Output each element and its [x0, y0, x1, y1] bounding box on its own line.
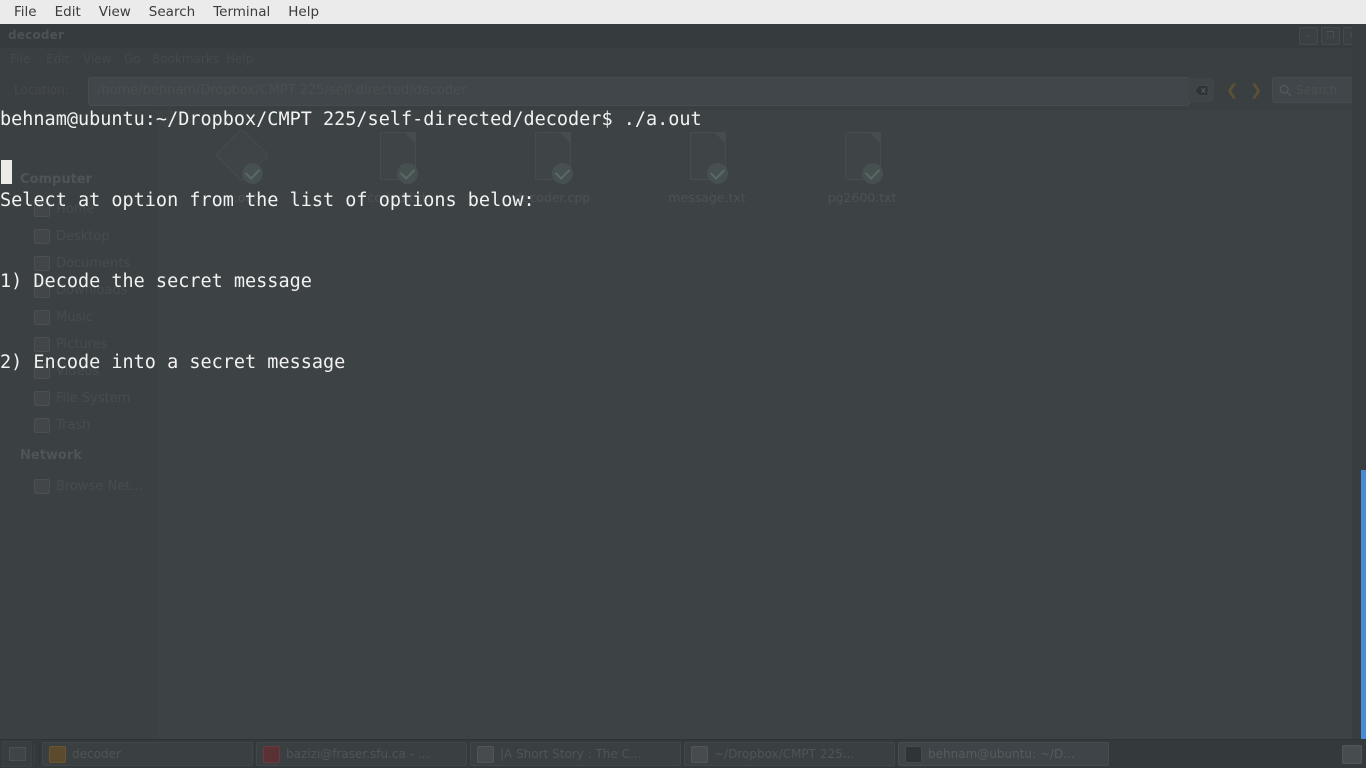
menu-terminal[interactable]: Terminal — [204, 0, 279, 24]
editor-icon — [691, 745, 708, 763]
taskbar-item-browser[interactable]: |A Short Story : The C... — [470, 742, 681, 766]
terminal-line: 2) Encode into a secret message — [0, 352, 346, 373]
scrollbar-thumb[interactable] — [1361, 470, 1366, 758]
taskbar: decoder bazizi@fraser.sfu.ca - ... |A Sh… — [0, 739, 1366, 768]
application-menubar: File Edit View Search Terminal Help — [0, 0, 1366, 24]
terminal-scrollbar[interactable] — [1352, 24, 1366, 758]
show-desktop-icon — [8, 747, 26, 761]
browser-icon — [477, 745, 494, 763]
menu-file[interactable]: File — [5, 0, 46, 24]
filezilla-icon — [263, 745, 280, 763]
taskbar-label: behnam@ubuntu: ~/D... — [928, 747, 1075, 761]
taskbar-item-terminal[interactable]: behnam@ubuntu: ~/D... — [898, 742, 1109, 766]
taskbar-label: decoder — [72, 747, 121, 761]
terminal-icon — [905, 745, 922, 763]
taskbar-handle[interactable] — [34, 744, 40, 764]
menu-help[interactable]: Help — [279, 0, 328, 24]
taskbar-label: |A Short Story : The C... — [500, 747, 642, 761]
menu-search[interactable]: Search — [140, 0, 204, 24]
terminal-output: behnam@ubuntu:~/Dropbox/CMPT 225/self-di… — [0, 52, 1366, 430]
folder-icon — [49, 745, 66, 763]
menu-view[interactable]: View — [90, 0, 140, 24]
terminal-line: 1) Decode the secret message — [0, 271, 312, 292]
taskbar-label: ~/Dropbox/CMPT 225... — [714, 747, 855, 761]
taskbar-label: bazizi@fraser.sfu.ca - ... — [286, 747, 430, 761]
terminal-line: behnam@ubuntu:~/Dropbox/CMPT 225/self-di… — [0, 109, 702, 130]
terminal-cursor — [1, 160, 12, 184]
taskbar-tray-icon[interactable] — [1342, 744, 1362, 764]
taskbar-item-editor[interactable]: ~/Dropbox/CMPT 225... — [684, 742, 895, 766]
taskbar-item-decoder[interactable]: decoder — [42, 742, 253, 766]
show-desktop-button[interactable] — [2, 741, 32, 767]
terminal-line: Select at option from the list of option… — [0, 190, 535, 211]
taskbar-item-filezilla[interactable]: bazizi@fraser.sfu.ca - ... — [256, 742, 467, 766]
terminal-window[interactable]: behnam@ubuntu:~/Dropbox/CMPT 225/self-di… — [0, 24, 1366, 740]
desktop-screen: decoder – ❐ ✕ File Edit View Go Bookmark… — [0, 0, 1366, 768]
menu-edit[interactable]: Edit — [46, 0, 90, 24]
